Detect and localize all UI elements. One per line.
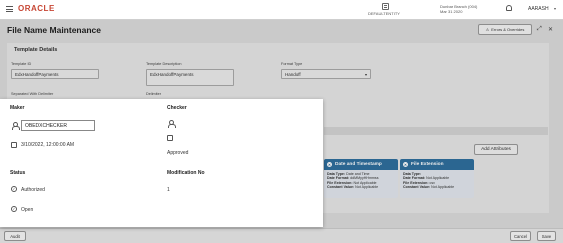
checker-status: Approved (167, 150, 189, 156)
chevron-down-icon[interactable]: ▾ (554, 6, 556, 11)
modification-no-label: Modification No (167, 170, 205, 176)
user-menu[interactable]: AARASH (528, 6, 549, 12)
maker-id-field[interactable]: OBEDXCHECKER (21, 120, 95, 131)
oracle-logo: ORACLE (18, 4, 55, 13)
person-icon (167, 120, 176, 128)
authorization-status: Authorized (21, 187, 45, 193)
hamburger-menu-icon[interactable] (6, 6, 13, 13)
calendar-icon (167, 135, 173, 141)
entity-label[interactable]: DEFAULTENTITY (368, 11, 400, 16)
person-icon (11, 122, 20, 130)
calendar-icon (11, 142, 17, 148)
checker-label: Checker (167, 105, 187, 111)
maker-label: Maker (10, 105, 25, 111)
entity-icon[interactable] (382, 3, 389, 10)
authorized-status-icon: ✓ (11, 186, 17, 192)
status-label: Status (10, 170, 26, 176)
branch-date: Mar 31 2020 (440, 9, 463, 14)
record-status: Open (21, 207, 34, 213)
maker-date: 3/10/2022, 12:00:00 AM (21, 142, 75, 148)
audit-popup: Maker Checker OBEDXCHECKER 3/10/2022, 12… (0, 99, 323, 227)
branch-info[interactable]: Dunbar Branch (004) Mar 31 2020 (440, 4, 477, 14)
notification-bell-icon[interactable] (506, 5, 512, 11)
modification-number: 1 (167, 187, 170, 193)
record-status-icon: ✓ (11, 206, 17, 212)
top-bar: ORACLE DEFAULTENTITY Dunbar Branch (004)… (0, 0, 563, 20)
